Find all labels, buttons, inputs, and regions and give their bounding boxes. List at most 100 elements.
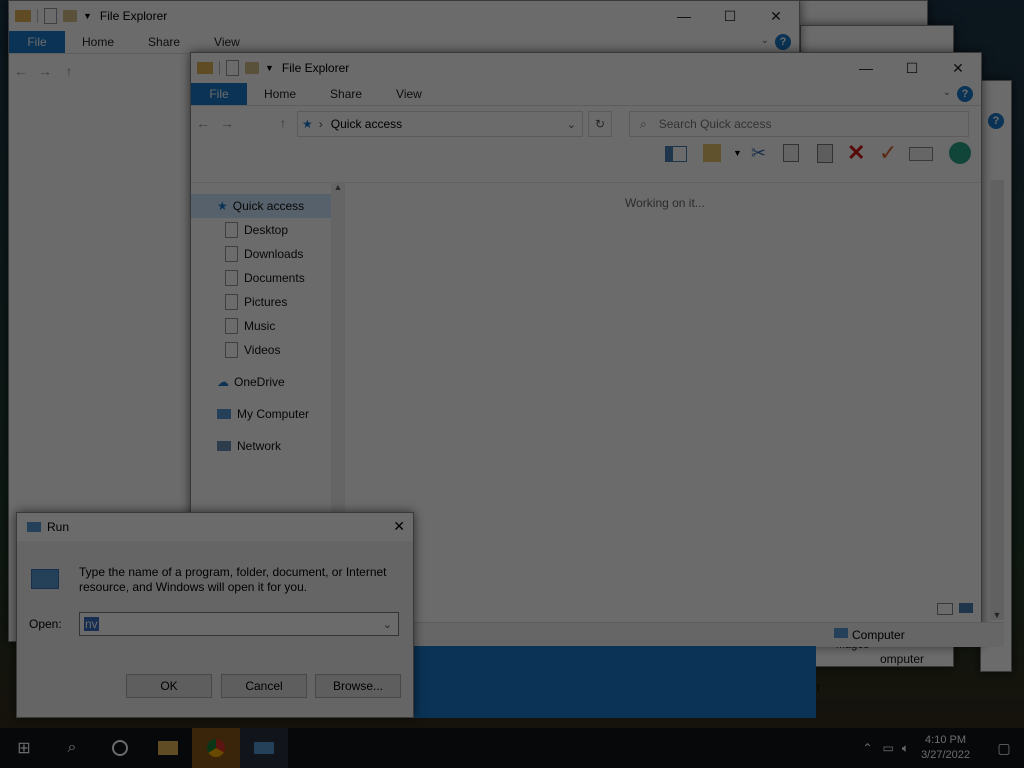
volume-icon[interactable]: 🔈︎ xyxy=(902,741,909,756)
details-view-icon[interactable] xyxy=(937,603,953,615)
back-arrow-icon[interactable]: ← xyxy=(191,115,215,131)
network-icon[interactable]: ▭ xyxy=(883,741,894,755)
quick-access-toolbar: ▼ xyxy=(15,8,92,24)
maximize-button[interactable]: ☐ xyxy=(707,1,753,31)
open-input-value[interactable]: nv xyxy=(84,617,99,631)
help-icon[interactable]: ? xyxy=(957,86,973,102)
content-scrollbar[interactable]: ▼ xyxy=(990,180,1004,620)
chevron-down-icon[interactable]: ⌄ xyxy=(761,35,769,46)
quick-access-toolbar: ▼ xyxy=(197,60,274,76)
ok-button[interactable]: OK xyxy=(126,674,212,698)
help-icon[interactable]: ? xyxy=(988,113,1004,129)
tab-home[interactable]: Home xyxy=(247,87,313,101)
search-icon: ⌕ xyxy=(67,739,77,756)
minimize-button[interactable]: — xyxy=(843,53,889,83)
back-arrow-icon[interactable]: ← xyxy=(9,63,33,79)
tab-home[interactable]: Home xyxy=(65,35,131,49)
forward-arrow-icon[interactable]: → xyxy=(33,63,57,79)
large-icons-view-icon[interactable] xyxy=(959,603,973,613)
file-explorer-taskbar-button[interactable] xyxy=(144,728,192,768)
cancel-button[interactable]: Cancel xyxy=(221,674,307,698)
footer-computer-label[interactable]: Computer xyxy=(852,628,905,642)
sidebar-item-quick-access[interactable]: ★ Quick access xyxy=(191,194,331,218)
start-button[interactable]: ⊞ xyxy=(0,728,48,768)
chrome-icon xyxy=(207,739,225,757)
document-icon xyxy=(225,222,238,238)
run-taskbar-button[interactable] xyxy=(240,728,288,768)
search-button[interactable]: ⌕ xyxy=(48,728,96,768)
run-dialog[interactable]: Run ✕ Type the name of a program, folder… xyxy=(16,512,414,718)
properties-icon[interactable] xyxy=(44,8,57,24)
chevron-down-icon[interactable]: ▼ xyxy=(83,11,92,21)
copy-icon[interactable] xyxy=(783,144,799,162)
sidebar-item-music[interactable]: Music xyxy=(191,314,331,338)
up-arrow-icon[interactable]: ↑ xyxy=(57,63,81,79)
chevron-up-icon[interactable]: ▲ xyxy=(331,182,345,192)
sidebar-item-onedrive[interactable]: ☁ OneDrive xyxy=(191,370,331,394)
new-folder-icon[interactable] xyxy=(63,10,77,22)
tab-share[interactable]: Share xyxy=(131,35,197,49)
title-bar[interactable]: ▼ File Explorer — ☐ ✕ xyxy=(191,53,981,83)
help-icon[interactable]: ? xyxy=(775,34,791,50)
properties-icon[interactable] xyxy=(226,60,239,76)
document-icon xyxy=(225,294,238,310)
properties-icon[interactable] xyxy=(703,144,721,162)
up-arrow-icon[interactable]: ↑ xyxy=(271,115,295,131)
sidebar-item-my-computer[interactable]: My Computer xyxy=(191,402,331,426)
task-view-icon xyxy=(112,740,128,756)
search-input[interactable]: ⌕ Search Quick access xyxy=(629,111,969,137)
minimize-button[interactable]: — xyxy=(661,1,707,31)
chevron-down-icon[interactable]: ⌄ xyxy=(943,87,951,98)
browse-button[interactable]: Browse... xyxy=(315,674,401,698)
sidebar-item-pictures[interactable]: Pictures xyxy=(191,290,331,314)
network-globe-icon[interactable] xyxy=(949,142,971,164)
chevron-down-icon[interactable]: ⌄ xyxy=(383,618,392,631)
sidebar-item-downloads[interactable]: Downloads xyxy=(191,242,331,266)
rename-icon[interactable] xyxy=(909,147,933,161)
computer-icon xyxy=(217,409,231,419)
chrome-taskbar-button[interactable] xyxy=(192,728,240,768)
run-title-bar[interactable]: Run ✕ xyxy=(17,513,413,541)
computer-icon xyxy=(834,628,848,638)
chevron-down-icon[interactable]: ▼ xyxy=(990,610,1004,620)
new-folder-icon[interactable] xyxy=(245,62,259,74)
sidebar-item-documents[interactable]: Documents xyxy=(191,266,331,290)
clock[interactable]: 4:10 PM 3/27/2022 xyxy=(921,733,970,763)
command-toolbar: ▼ ✂ ✕ ✓ xyxy=(191,140,981,170)
separator xyxy=(37,9,38,23)
chevron-down-icon[interactable]: ▼ xyxy=(265,63,274,73)
folder-icon[interactable] xyxy=(15,10,31,22)
close-button[interactable]: ✕ xyxy=(753,1,799,31)
open-input[interactable]: nv ⌄ xyxy=(79,612,399,636)
checkmark-icon[interactable]: ✓ xyxy=(879,140,897,166)
forward-arrow-icon[interactable]: → xyxy=(215,115,239,131)
chevron-down-icon[interactable]: ▼ xyxy=(733,148,742,158)
sidebar-item-desktop[interactable]: Desktop xyxy=(191,218,331,242)
sidebar-item-network[interactable]: Network xyxy=(191,434,331,458)
close-button[interactable]: ✕ xyxy=(935,53,981,83)
ribbon: File Home Share View ⌄ ? xyxy=(9,31,799,54)
dialog-title: Run xyxy=(47,520,70,534)
preview-pane-icon[interactable] xyxy=(665,146,687,162)
maximize-button[interactable]: ☐ xyxy=(889,53,935,83)
tab-view[interactable]: View xyxy=(197,35,257,49)
tab-view[interactable]: View xyxy=(379,87,439,101)
paste-icon[interactable] xyxy=(817,144,833,163)
title-bar[interactable]: ▼ File Explorer — ☐ ✕ xyxy=(9,1,799,31)
sidebar-item-videos[interactable]: Videos xyxy=(191,338,331,362)
breadcrumb[interactable]: Quick access xyxy=(331,117,402,131)
tab-share[interactable]: Share xyxy=(313,87,379,101)
close-button[interactable]: ✕ xyxy=(393,518,405,535)
sidebar-item-label: Documents xyxy=(244,271,305,285)
refresh-button[interactable]: ↻ xyxy=(588,111,612,137)
task-view-button[interactable] xyxy=(96,728,144,768)
delete-icon[interactable]: ✕ xyxy=(847,140,865,166)
folder-icon[interactable] xyxy=(197,62,213,74)
chevron-down-icon[interactable]: ⌄ xyxy=(567,118,576,131)
notifications-icon[interactable]: ▢ xyxy=(984,740,1024,757)
address-bar[interactable]: ★ › Quick access ⌄ xyxy=(297,111,583,137)
cut-icon[interactable]: ✂ xyxy=(751,143,766,164)
tab-file[interactable]: File xyxy=(191,83,247,105)
tray-up-icon[interactable]: ⌃ xyxy=(862,741,872,755)
tab-file[interactable]: File xyxy=(9,31,65,53)
